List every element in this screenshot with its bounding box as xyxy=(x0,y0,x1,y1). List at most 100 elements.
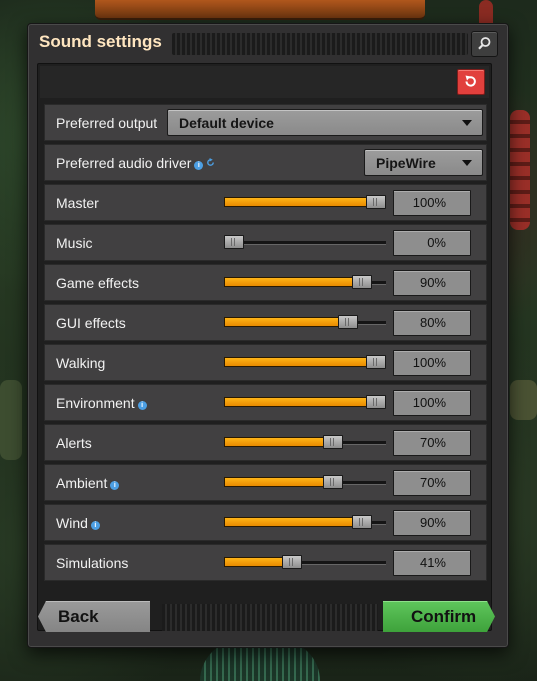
environment-value-field[interactable]: 100% xyxy=(393,390,471,416)
background-game-logo xyxy=(95,0,425,20)
slider-thumb[interactable] xyxy=(338,315,358,329)
environment-label: Environment xyxy=(56,395,135,411)
wind-label-wrap: Wind i xyxy=(56,515,100,531)
setting-row-ambient: Ambient i 70% xyxy=(44,464,487,501)
wind-value-field[interactable]: 90% xyxy=(393,510,471,536)
gui-effects-label-wrap: GUI effects xyxy=(56,315,126,331)
slider-fill xyxy=(224,557,286,567)
slider-fill xyxy=(224,437,327,447)
alerts-volume-slider[interactable] xyxy=(224,435,386,450)
background-vine xyxy=(510,110,530,230)
back-button[interactable]: Back xyxy=(38,601,150,632)
slider-fill xyxy=(224,277,356,287)
setting-row-simulations: Simulations 41% xyxy=(44,544,487,581)
preferred-audio-driver-label-wrap: Preferred audio driver i xyxy=(56,155,215,171)
walking-label: Walking xyxy=(56,355,106,371)
info-icon[interactable]: i xyxy=(90,521,100,530)
dialog-footer: Back Confirm xyxy=(38,601,496,637)
slider-fill xyxy=(224,317,342,327)
ambient-value-field[interactable]: 70% xyxy=(393,470,471,496)
preferred-output-label: Preferred output xyxy=(56,115,158,131)
slider-thumb[interactable] xyxy=(282,555,302,569)
slider-fill xyxy=(224,197,370,207)
background-structure xyxy=(510,380,537,420)
slider-thumb[interactable] xyxy=(224,235,244,249)
master-label-wrap: Master xyxy=(56,195,99,211)
window-drag-handle[interactable] xyxy=(172,33,468,55)
setting-row-game-effects: Game effects 90% xyxy=(44,264,487,301)
simulations-label-wrap: Simulations xyxy=(56,555,128,571)
ambient-volume-slider[interactable] xyxy=(224,475,386,490)
preferred-audio-driver-dropdown[interactable]: PipeWire xyxy=(364,149,483,176)
volume-slider-list: Master 100% Music 0% Game effects 90% GUI effe… xyxy=(44,184,487,581)
setting-row-music: Music 0% xyxy=(44,224,487,261)
chevron-down-icon xyxy=(462,160,472,166)
info-icon[interactable]: i xyxy=(194,161,204,170)
master-value-field[interactable]: 100% xyxy=(393,190,471,216)
simulations-volume-slider[interactable] xyxy=(224,555,386,570)
refresh-icon[interactable] xyxy=(206,158,215,167)
slider-fill xyxy=(224,397,370,407)
music-label: Music xyxy=(56,235,93,251)
slider-thumb[interactable] xyxy=(352,275,372,289)
setting-row-gui-effects: GUI effects 80% xyxy=(44,304,487,341)
alerts-label: Alerts xyxy=(56,435,92,451)
environment-volume-slider[interactable] xyxy=(224,395,386,410)
ambient-label: Ambient xyxy=(56,475,108,491)
alerts-label-wrap: Alerts xyxy=(56,435,92,451)
master-volume-slider[interactable] xyxy=(224,195,386,210)
background-foliage xyxy=(0,380,22,460)
game-effects-value-field[interactable]: 90% xyxy=(393,270,471,296)
back-button-label: Back xyxy=(58,607,99,626)
environment-label-wrap: Environment i xyxy=(56,395,147,411)
confirm-button[interactable]: Confirm xyxy=(383,601,495,632)
slider-thumb[interactable] xyxy=(366,355,386,369)
simulations-value-field[interactable]: 41% xyxy=(393,550,471,576)
setting-row-preferred-audio-driver: Preferred audio driver i PipeWire xyxy=(44,144,487,181)
walking-volume-slider[interactable] xyxy=(224,355,386,370)
slider-track xyxy=(224,241,386,245)
gui-effects-value-field[interactable]: 80% xyxy=(393,310,471,336)
slider-thumb[interactable] xyxy=(366,195,386,209)
slider-fill xyxy=(224,357,370,367)
music-volume-slider[interactable] xyxy=(224,235,386,250)
music-value-field[interactable]: 0% xyxy=(393,230,471,256)
alerts-value-field[interactable]: 70% xyxy=(393,430,471,456)
reset-button[interactable] xyxy=(457,69,485,95)
setting-row-alerts: Alerts 70% xyxy=(44,424,487,461)
slider-thumb[interactable] xyxy=(323,475,343,489)
wind-label: Wind xyxy=(56,515,88,531)
walking-value-field[interactable]: 100% xyxy=(393,350,471,376)
preferred-output-dropdown[interactable]: Default device xyxy=(167,109,483,136)
setting-row-wind: Wind i 90% xyxy=(44,504,487,541)
walking-label-wrap: Walking xyxy=(56,355,105,371)
music-label-wrap: Music xyxy=(56,235,93,251)
settings-panel: Preferred output Default device Preferre… xyxy=(37,63,492,631)
master-label: Master xyxy=(56,195,99,211)
info-icon[interactable]: i xyxy=(137,401,147,410)
slider-thumb[interactable] xyxy=(323,435,343,449)
game-effects-volume-slider[interactable] xyxy=(224,275,386,290)
game-effects-label: Game effects xyxy=(56,275,140,291)
confirm-button-label: Confirm xyxy=(411,607,477,626)
preferred-output-value: Default device xyxy=(179,115,274,131)
settings-toolbar xyxy=(40,66,489,98)
ambient-label-wrap: Ambient i xyxy=(56,475,120,491)
search-button[interactable] xyxy=(471,31,498,57)
setting-row-master: Master 100% xyxy=(44,184,487,221)
info-icon[interactable]: i xyxy=(110,481,120,490)
slider-fill xyxy=(224,517,356,527)
game-effects-label-wrap: Game effects xyxy=(56,275,139,291)
sound-settings-window: Sound settings Preferred output Default … xyxy=(27,23,509,648)
search-icon xyxy=(478,37,491,50)
gui-effects-volume-slider[interactable] xyxy=(224,315,386,330)
gui-effects-label: GUI effects xyxy=(56,315,126,331)
footer-drag-handle[interactable] xyxy=(162,604,378,631)
settings-rows: Preferred output Default device Preferre… xyxy=(44,104,487,584)
simulations-label: Simulations xyxy=(56,555,129,571)
slider-fill xyxy=(224,477,327,487)
slider-thumb[interactable] xyxy=(352,515,372,529)
wind-volume-slider[interactable] xyxy=(224,515,386,530)
slider-thumb[interactable] xyxy=(366,395,386,409)
setting-row-environment: Environment i 100% xyxy=(44,384,487,421)
